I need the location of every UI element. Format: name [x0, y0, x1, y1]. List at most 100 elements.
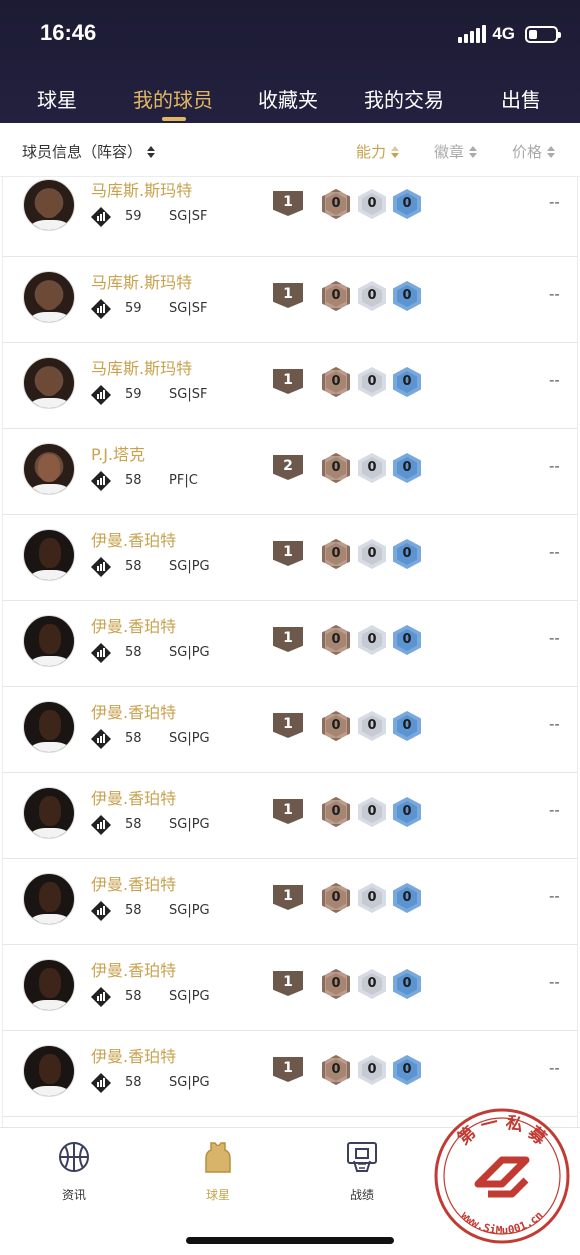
- player-name: 马库斯.斯玛特: [91, 359, 193, 378]
- sort-player-info[interactable]: 球员信息（阵容）: [22, 141, 156, 162]
- sort-price[interactable]: 价格: [512, 141, 556, 162]
- bronze-badge-icon: 0: [322, 883, 350, 913]
- rank-diamond-icon: [91, 987, 111, 1007]
- silver-badge-count: 0: [362, 887, 382, 909]
- player-price: --: [549, 543, 560, 561]
- player-position: SG|PG: [169, 645, 210, 660]
- player-name: 伊曼.香珀特: [91, 875, 177, 894]
- tab-my-players[interactable]: 我的球员: [133, 84, 213, 113]
- silver-badge-icon: 0: [358, 711, 386, 741]
- player-price: --: [549, 1059, 560, 1077]
- player-avatar: [23, 357, 75, 409]
- sort-arrows-icon: [147, 145, 156, 158]
- player-rating: 58: [125, 559, 142, 574]
- player-row[interactable]: 马库斯.斯玛特 59 SG|SF 1 0 0 0 --: [2, 257, 578, 343]
- rank-diamond-icon: [91, 207, 111, 227]
- status-time: 16:46: [40, 20, 97, 45]
- player-avatar: [23, 271, 75, 323]
- player-row[interactable]: 伊曼.香珀特 58 SG|PG 1 0 0 0 --: [2, 945, 578, 1031]
- player-level-badge: 1: [273, 971, 303, 996]
- silver-badge-count: 0: [362, 973, 382, 995]
- player-avatar: [23, 443, 75, 495]
- player-price: --: [549, 371, 560, 389]
- silver-badge-count: 0: [362, 801, 382, 823]
- nav-stars-label: 球星: [205, 1188, 230, 1202]
- player-rating: 59: [125, 387, 142, 402]
- player-price: --: [549, 629, 560, 647]
- gold-badge-count: 0: [397, 973, 417, 995]
- tab-stars[interactable]: 球星: [37, 84, 77, 113]
- hoop-icon: [345, 1140, 379, 1174]
- sort-ability-label: 能力: [356, 143, 387, 161]
- silver-badge-icon: 0: [358, 453, 386, 483]
- player-row[interactable]: 伊曼.香珀特 58 SG|PG 1 0 0 0 --: [2, 515, 578, 601]
- silver-badge-count: 0: [362, 543, 382, 565]
- player-row[interactable]: 马库斯.斯玛特 59 SG|SF 1 0 0 0 --: [2, 177, 578, 257]
- bronze-badge-icon: 0: [322, 281, 350, 311]
- player-avatar: [23, 787, 75, 839]
- tab-favorites[interactable]: 收藏夹: [258, 84, 318, 113]
- rank-diamond-icon: [91, 729, 111, 749]
- gold-badge-count: 0: [397, 715, 417, 737]
- player-rating: 59: [125, 301, 142, 316]
- player-row[interactable]: 马库斯.斯玛特 59 SG|SF 1 0 0 0 --: [2, 343, 578, 429]
- gold-badge-count: 0: [397, 629, 417, 651]
- bronze-badge-icon: 0: [322, 367, 350, 397]
- player-row[interactable]: 伊曼.香珀特 58 SG|PG 1 0 0 0 --: [2, 687, 578, 773]
- player-row[interactable]: 伊曼.香珀特 58 SG|PG 1 0 0 0 --: [2, 1031, 578, 1117]
- sort-ability[interactable]: 能力: [356, 141, 400, 162]
- player-row[interactable]: 伊曼.香珀特 58 SG|PG 1 0 0 0 --: [2, 773, 578, 859]
- player-level-badge: 1: [273, 283, 303, 308]
- rank-diamond-icon: [91, 471, 111, 491]
- silver-badge-count: 0: [362, 715, 382, 737]
- sort-price-label: 价格: [512, 143, 543, 161]
- silver-badge-count: 0: [362, 193, 382, 215]
- battery-icon: [525, 25, 561, 43]
- bronze-badge-icon: 0: [322, 797, 350, 827]
- player-row[interactable]: P.J.塔克 58 PF|C 2 0 0 0 --: [2, 429, 578, 515]
- gold-badge-count: 0: [397, 193, 417, 215]
- player-price: --: [549, 887, 560, 905]
- gold-badge-icon: 0: [393, 189, 421, 219]
- player-rating: 58: [125, 989, 142, 1004]
- app-header: 16:46 4G 球星 我的球员 收藏夹 我的交易 出售: [0, 0, 580, 123]
- sort-badge[interactable]: 徽章: [434, 141, 478, 162]
- tab-my-trades[interactable]: 我的交易: [364, 84, 444, 113]
- player-rating: 58: [125, 645, 142, 660]
- nav-news[interactable]: 资讯: [34, 1140, 114, 1203]
- player-position: SG|SF: [169, 301, 208, 316]
- gold-badge-icon: 0: [393, 453, 421, 483]
- gold-badge-count: 0: [397, 1059, 417, 1081]
- player-position: SG|PG: [169, 903, 210, 918]
- player-name: 马库斯.斯玛特: [91, 181, 193, 200]
- rank-diamond-icon: [91, 815, 111, 835]
- bronze-badge-count: 0: [326, 193, 346, 215]
- player-position: SG|PG: [169, 817, 210, 832]
- nav-stars[interactable]: 球星: [178, 1140, 258, 1203]
- gold-badge-icon: 0: [393, 883, 421, 913]
- bronze-badge-icon: 0: [322, 539, 350, 569]
- player-row[interactable]: 伊曼.香珀特 58 SG|PG 1 0 0 0 --: [2, 859, 578, 945]
- bronze-badge-icon: 0: [322, 1055, 350, 1085]
- player-price: --: [549, 285, 560, 303]
- gold-badge-count: 0: [397, 801, 417, 823]
- silver-badge-count: 0: [362, 371, 382, 393]
- player-level-badge: 1: [273, 541, 303, 566]
- bronze-badge-count: 0: [326, 629, 346, 651]
- player-row[interactable]: 伊曼.香珀特 58 SG|PG 1 0 0 0 --: [2, 601, 578, 687]
- tab-sell[interactable]: 出售: [501, 84, 541, 113]
- player-position: PF|C: [169, 473, 198, 488]
- player-name: 伊曼.香珀特: [91, 789, 177, 808]
- player-price: --: [549, 715, 560, 733]
- gold-badge-icon: 0: [393, 797, 421, 827]
- bronze-badge-count: 0: [326, 457, 346, 479]
- top-tabs: 球星 我的球员 收藏夹 我的交易 出售: [0, 80, 580, 123]
- player-rating: 58: [125, 1075, 142, 1090]
- player-name: 伊曼.香珀特: [91, 961, 177, 980]
- player-avatar: [23, 529, 75, 581]
- gold-badge-count: 0: [397, 371, 417, 393]
- bronze-badge-count: 0: [326, 1059, 346, 1081]
- nav-record[interactable]: 战绩: [322, 1140, 402, 1203]
- sort-arrows-icon: [391, 145, 400, 158]
- player-avatar: [23, 959, 75, 1011]
